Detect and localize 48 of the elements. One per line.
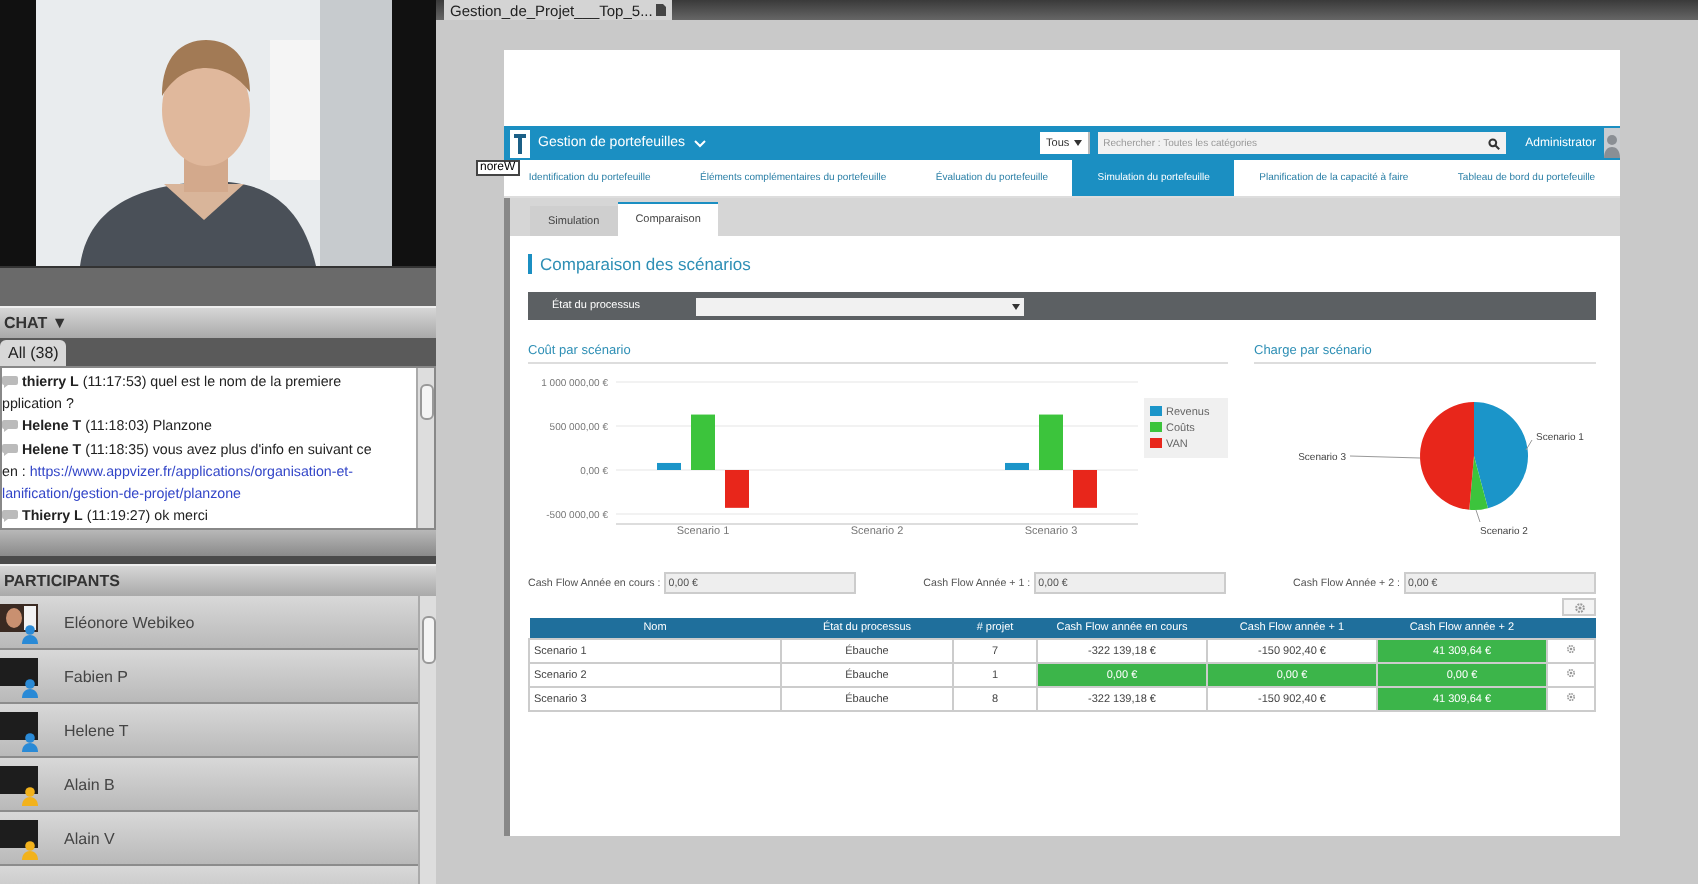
participant-name: Alain V (64, 829, 115, 847)
settings-button[interactable] (1562, 598, 1596, 616)
participant-name: Helene T (64, 721, 129, 739)
scrollbar[interactable] (418, 596, 436, 884)
chart-bar (1005, 462, 1029, 470)
gear-icon (1566, 692, 1576, 702)
gear-icon (1566, 668, 1576, 678)
chevron-down-icon[interactable] (693, 139, 706, 147)
speech-bubble-icon (2, 375, 18, 388)
participant-row[interactable]: Alain V (0, 812, 418, 866)
participants-title: PARTICIPANTS (4, 572, 120, 590)
caret-icon (1012, 303, 1021, 309)
participant-thumbnail (0, 654, 44, 698)
participant-thumbnail (0, 600, 44, 644)
process-state-select[interactable] (696, 297, 1025, 315)
participant-thumbnail (0, 762, 44, 806)
participant-row[interactable]: Fabien P (0, 650, 418, 704)
leader-line (1525, 439, 1533, 451)
caret-icon (1073, 140, 1082, 146)
scrollbar[interactable] (416, 368, 434, 528)
participant-name: Alain B (64, 775, 115, 793)
participant-row[interactable]: Eléonore Webikeo (0, 596, 418, 650)
avatar-icon (1604, 128, 1620, 158)
section-heading: Comparaison des scénarios (528, 254, 751, 274)
participant-row[interactable]: Helene T (0, 704, 418, 758)
document-icon (656, 4, 667, 16)
speech-bubble-icon (2, 420, 18, 433)
participant-thumbnail (0, 816, 44, 860)
participant-name: Fabien P (64, 667, 129, 685)
speech-bubble-icon (2, 510, 18, 523)
chart-bar (725, 470, 749, 508)
leader-line (1475, 509, 1481, 523)
participant-thumbnail (0, 708, 44, 752)
speech-bubble-icon (2, 443, 18, 456)
search-icon[interactable] (1487, 137, 1500, 149)
row-settings-cell[interactable] (1547, 639, 1595, 663)
gear-icon (1566, 644, 1576, 654)
leader-line (1349, 455, 1421, 459)
chat-title[interactable]: CHAT ▼ (4, 314, 68, 332)
participant-name: Eléonore Webikeo (64, 613, 195, 631)
chart-bar (1039, 414, 1063, 470)
participant-row[interactable]: Alain B (0, 758, 418, 812)
chat-tab[interactable]: All (38) (0, 340, 67, 366)
chart-bar (1073, 470, 1097, 508)
gear-icon (1573, 601, 1585, 613)
chart-bar (657, 462, 681, 470)
app-logo (510, 129, 530, 157)
chart-bar (691, 414, 715, 470)
